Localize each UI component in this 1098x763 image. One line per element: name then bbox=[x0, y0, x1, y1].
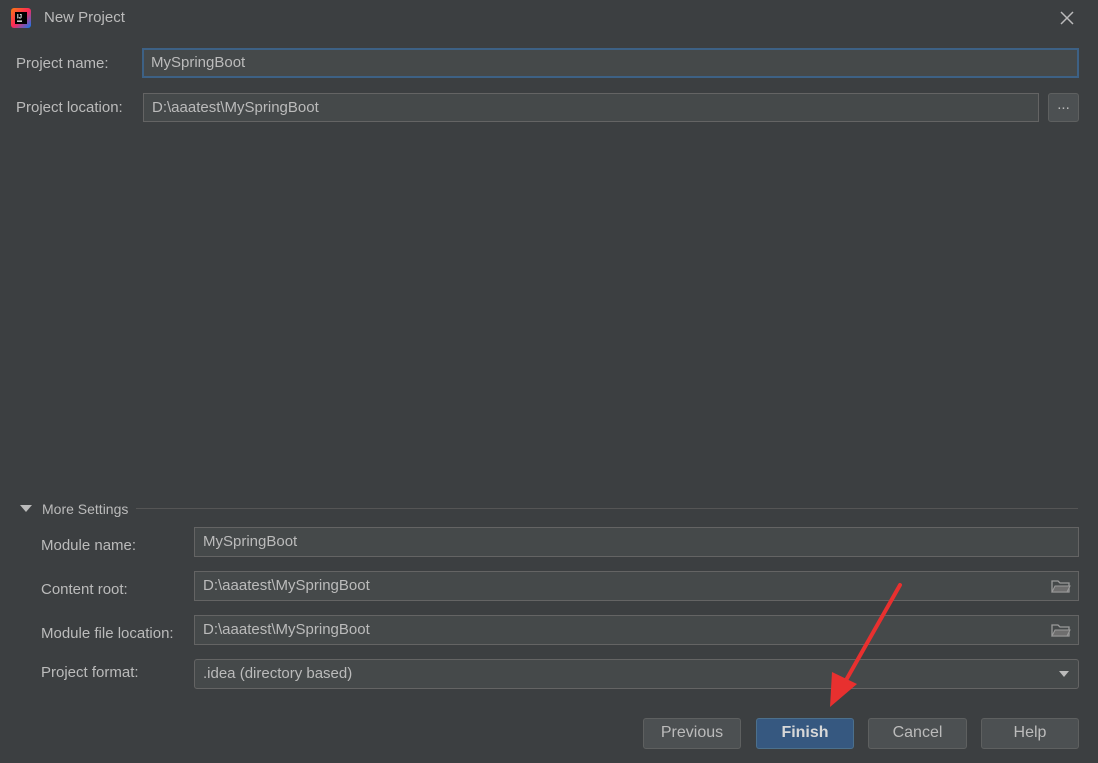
intellij-idea-icon: IJ bbox=[11, 8, 31, 28]
close-icon[interactable] bbox=[1056, 8, 1078, 28]
help-button[interactable]: Help bbox=[981, 718, 1079, 749]
more-settings-header[interactable]: More Settings bbox=[42, 501, 128, 517]
module-file-location-label: Module file location: bbox=[41, 625, 174, 642]
chevron-down-icon[interactable] bbox=[1059, 671, 1069, 677]
svg-text:IJ: IJ bbox=[17, 15, 22, 21]
project-name-input[interactable]: MySpringBoot bbox=[142, 48, 1079, 78]
content-root-label: Content root: bbox=[41, 581, 128, 598]
module-name-label: Module name: bbox=[41, 537, 137, 554]
project-format-label: Project format: bbox=[41, 664, 139, 681]
previous-button[interactable]: Previous bbox=[643, 718, 741, 749]
title-bar bbox=[0, 0, 1098, 36]
module-name-input[interactable]: MySpringBoot bbox=[194, 527, 1079, 557]
project-location-input[interactable]: D:\aaatest\MySpringBoot bbox=[143, 93, 1039, 122]
content-root-input[interactable]: D:\aaatest\MySpringBoot bbox=[194, 571, 1079, 601]
project-location-label: Project location: bbox=[16, 99, 123, 116]
collapse-triangle-icon[interactable] bbox=[20, 505, 32, 512]
cancel-button[interactable]: Cancel bbox=[868, 718, 967, 749]
browse-button[interactable]: ... bbox=[1048, 93, 1079, 122]
section-divider bbox=[136, 508, 1078, 509]
folder-icon[interactable] bbox=[1051, 622, 1071, 638]
folder-icon[interactable] bbox=[1051, 578, 1071, 594]
window-title: New Project bbox=[44, 9, 125, 26]
project-name-label: Project name: bbox=[16, 55, 109, 72]
finish-button[interactable]: Finish bbox=[756, 718, 854, 749]
module-file-location-input[interactable]: D:\aaatest\MySpringBoot bbox=[194, 615, 1079, 645]
project-format-select[interactable]: .idea (directory based) bbox=[194, 659, 1079, 689]
